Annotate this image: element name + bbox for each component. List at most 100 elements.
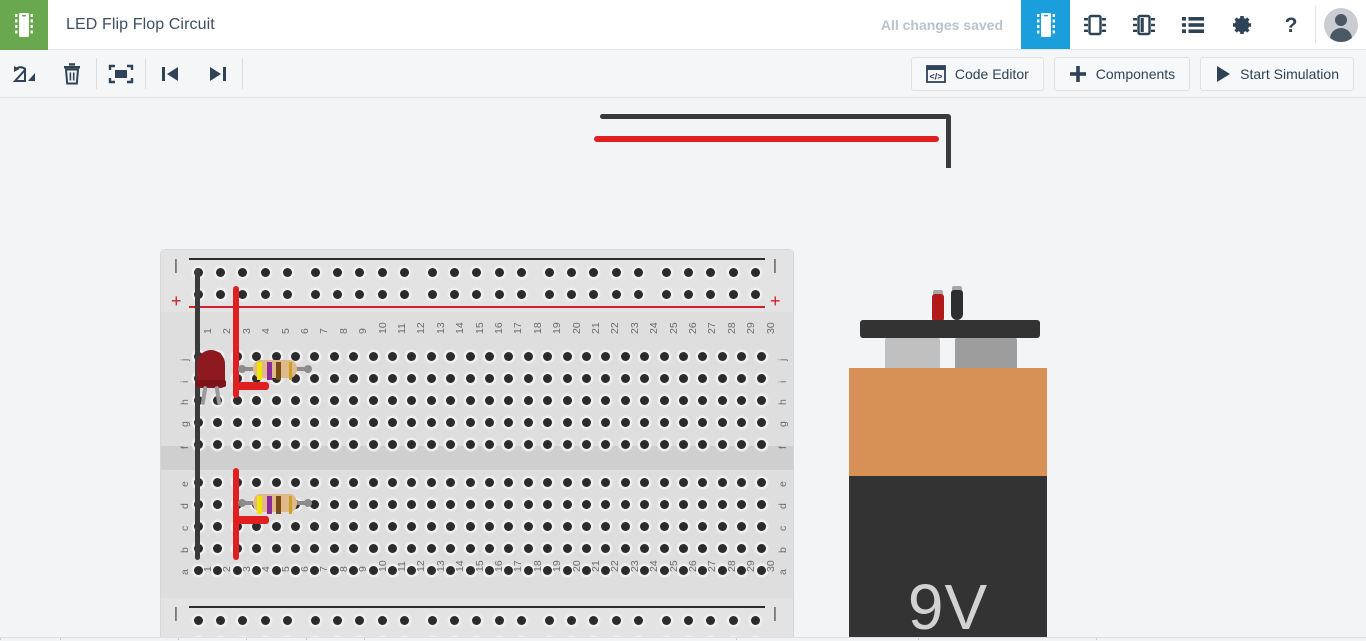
hole-i11[interactable] — [388, 374, 397, 383]
hole-g10[interactable] — [368, 418, 378, 427]
rail-hole[interactable] — [311, 616, 320, 625]
hole-j13[interactable] — [426, 352, 436, 361]
rail-hole[interactable] — [728, 268, 738, 277]
rail-hole[interactable] — [494, 616, 504, 625]
rail-hole[interactable] — [545, 616, 554, 625]
hole-d21[interactable] — [582, 500, 591, 509]
led[interactable] — [196, 350, 226, 406]
hole-c6[interactable] — [291, 522, 300, 531]
code-editor-button[interactable]: </> Code Editor — [910, 56, 1044, 91]
hole-i13[interactable] — [426, 374, 436, 383]
hole-g6[interactable] — [291, 418, 300, 427]
hole-h20[interactable] — [562, 396, 572, 405]
hole-b13[interactable] — [426, 544, 436, 553]
resistor-2[interactable] — [238, 492, 312, 514]
undo-button[interactable] — [146, 50, 194, 97]
hole-f20[interactable] — [562, 440, 572, 449]
rail-hole[interactable] — [282, 290, 292, 299]
hole-i18[interactable] — [523, 374, 533, 383]
hole-c13[interactable] — [426, 522, 436, 531]
hole-e30[interactable] — [756, 478, 766, 487]
hole-h23[interactable] — [620, 396, 630, 405]
hole-i10[interactable] — [368, 374, 378, 383]
wire-red-to-battery-horizontal[interactable] — [594, 136, 939, 142]
hole-j26[interactable] — [679, 352, 688, 361]
circuit-canvas[interactable]: | + | + | + | + 123456789101112131415161… — [0, 98, 1366, 640]
hole-f11[interactable] — [388, 440, 397, 449]
hole-c23[interactable] — [620, 522, 630, 531]
rail-hole[interactable] — [662, 268, 671, 277]
hole-c18[interactable] — [523, 522, 533, 531]
rail-hole[interactable] — [633, 616, 643, 625]
hole-d15[interactable] — [465, 500, 475, 509]
hole-d8[interactable] — [329, 500, 339, 509]
rail-hole[interactable] — [516, 616, 526, 625]
rail-hole[interactable] — [662, 290, 671, 299]
hole-g13[interactable] — [426, 418, 436, 427]
hole-e6[interactable] — [291, 478, 300, 487]
hole-d16[interactable] — [485, 500, 494, 509]
hole-g16[interactable] — [485, 418, 494, 427]
hole-h13[interactable] — [426, 396, 436, 405]
hole-i30[interactable] — [756, 374, 766, 383]
hole-f30[interactable] — [756, 440, 766, 449]
wire-red-jumper-lower[interactable] — [233, 516, 269, 524]
hole-c30[interactable] — [756, 522, 766, 531]
hole-f18[interactable] — [523, 440, 533, 449]
app-logo[interactable] — [0, 0, 48, 50]
rail-hole[interactable] — [750, 616, 760, 625]
hole-j10[interactable] — [368, 352, 378, 361]
hole-c25[interactable] — [659, 522, 669, 531]
resistor-1[interactable] — [238, 358, 312, 380]
hole-c11[interactable] — [388, 522, 397, 531]
hole-f10[interactable] — [368, 440, 378, 449]
components-button[interactable]: Components — [1053, 56, 1191, 91]
hole-d25[interactable] — [659, 500, 669, 509]
hole-i26[interactable] — [679, 374, 688, 383]
rail-hole[interactable] — [311, 268, 320, 277]
rail-hole[interactable] — [282, 268, 292, 277]
hole-e26[interactable] — [679, 478, 688, 487]
hole-d11[interactable] — [388, 500, 397, 509]
rail-hole[interactable] — [611, 290, 621, 299]
fit-to-screen-button[interactable] — [97, 50, 145, 97]
wire-red-jumper-upper[interactable] — [233, 382, 269, 390]
hole-f23[interactable] — [620, 440, 630, 449]
hole-b28[interactable] — [717, 544, 727, 553]
hole-f25[interactable] — [659, 440, 669, 449]
hole-i28[interactable] — [717, 374, 727, 383]
hole-e10[interactable] — [368, 478, 378, 487]
rotate-button[interactable] — [0, 50, 48, 97]
list-view-button[interactable] — [1168, 0, 1217, 49]
rail-hole[interactable] — [399, 290, 409, 299]
rail-hole[interactable] — [377, 616, 387, 625]
pcb-view-button[interactable] — [1119, 0, 1168, 49]
hole-d28[interactable] — [717, 500, 727, 509]
hole-g5[interactable] — [271, 418, 281, 427]
hole-c28[interactable] — [717, 522, 727, 531]
rail-hole[interactable] — [728, 290, 738, 299]
hole-e23[interactable] — [620, 478, 630, 487]
hole-b8[interactable] — [329, 544, 339, 553]
redo-button[interactable] — [194, 50, 242, 97]
hole-h5[interactable] — [271, 396, 281, 405]
wire-black-to-battery-horizontal[interactable] — [600, 114, 950, 119]
rail-hole[interactable] — [428, 290, 437, 299]
hole-h25[interactable] — [659, 396, 669, 405]
hole-d18[interactable] — [523, 500, 533, 509]
hole-g23[interactable] — [620, 418, 630, 427]
hole-f8[interactable] — [329, 440, 339, 449]
hole-j8[interactable] — [329, 352, 339, 361]
hole-b11[interactable] — [388, 544, 397, 553]
hole-c5[interactable] — [271, 522, 281, 531]
rail-hole[interactable] — [545, 290, 554, 299]
hole-b20[interactable] — [562, 544, 572, 553]
hole-d26[interactable] — [679, 500, 688, 509]
breadboard-view-button[interactable] — [1021, 0, 1070, 49]
rail-hole[interactable] — [194, 616, 203, 625]
rail-hole[interactable] — [377, 268, 387, 277]
hole-e16[interactable] — [485, 478, 494, 487]
hole-e18[interactable] — [523, 478, 533, 487]
hole-c20[interactable] — [562, 522, 572, 531]
rail-hole[interactable] — [428, 616, 437, 625]
